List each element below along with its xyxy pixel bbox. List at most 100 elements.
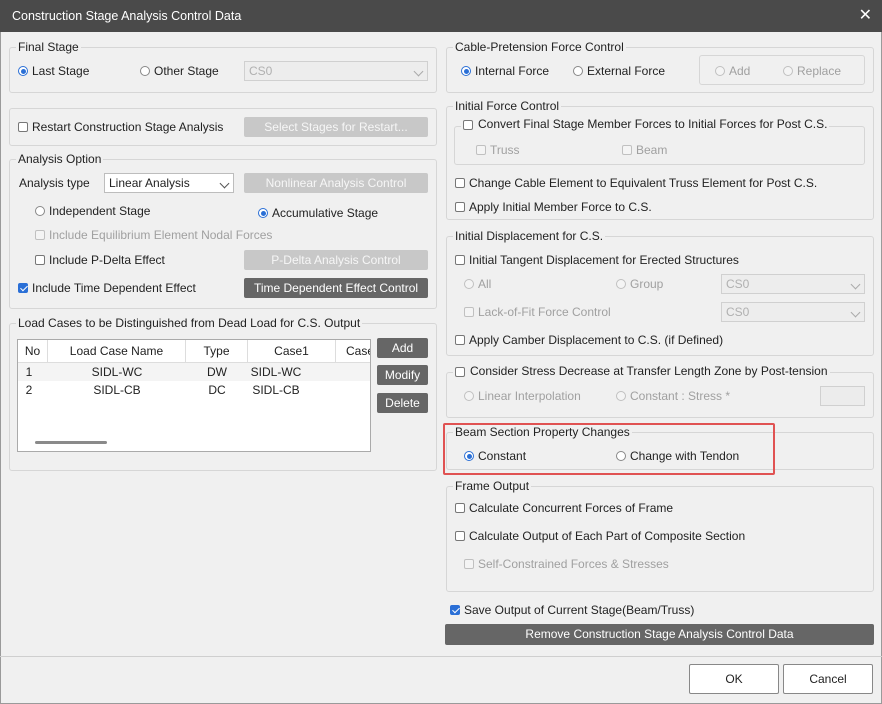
apply-initial-label: Apply Initial Member Force to C.S. bbox=[469, 200, 652, 214]
self-constrained-checkbox[interactable] bbox=[464, 559, 474, 569]
final-stage-legend: Final Stage bbox=[16, 40, 81, 54]
analysis-option-legend: Analysis Option bbox=[16, 152, 104, 166]
group-select[interactable]: CS0 bbox=[721, 274, 865, 294]
column-header[interactable]: No bbox=[18, 340, 48, 362]
concurrent-checkbox[interactable] bbox=[455, 503, 465, 513]
beam-label: Beam bbox=[636, 143, 668, 157]
time-dependent-label: Include Time Dependent Effect bbox=[32, 281, 196, 295]
save-output-label: Save Output of Current Stage(Beam/Truss) bbox=[464, 603, 695, 617]
analysis-type-label: Analysis type bbox=[19, 176, 90, 190]
camber-label: Apply Camber Displacement to C.S. (if De… bbox=[469, 333, 724, 347]
add-load-case-button[interactable]: Add bbox=[377, 338, 428, 358]
table-row[interactable]: 2 SIDL-CB DC SIDL-CB bbox=[18, 381, 370, 399]
convert-label: Convert Final Stage Member Forces to Ini… bbox=[478, 117, 828, 131]
cancel-button[interactable]: Cancel bbox=[783, 664, 873, 694]
pdelta-checkbox[interactable] bbox=[35, 255, 45, 265]
save-output-checkbox[interactable] bbox=[450, 605, 460, 615]
independent-stage-label: Independent Stage bbox=[49, 204, 151, 218]
stage-select[interactable]: CS0 bbox=[244, 61, 428, 81]
group-label: Group bbox=[630, 277, 664, 291]
camber-checkbox[interactable] bbox=[455, 335, 465, 345]
all-radio[interactable] bbox=[464, 279, 474, 289]
column-header[interactable]: Type bbox=[186, 340, 248, 362]
chevron-down-icon bbox=[413, 66, 424, 77]
analysis-type-select[interactable]: Linear Analysis bbox=[104, 173, 234, 193]
stress-decrease-checkbox[interactable] bbox=[455, 367, 465, 377]
independent-stage-radio[interactable] bbox=[35, 206, 45, 216]
column-header[interactable]: Case bbox=[336, 340, 370, 362]
truss-checkbox[interactable] bbox=[476, 145, 486, 155]
restart-checkbox[interactable] bbox=[18, 122, 28, 132]
cable-truss-label: Change Cable Element to Equivalent Truss… bbox=[469, 176, 818, 190]
other-stage-radio[interactable] bbox=[140, 66, 150, 76]
nonlinear-control-button[interactable]: Nonlinear Analysis Control bbox=[244, 173, 428, 193]
truss-label: Truss bbox=[490, 143, 520, 157]
constant-stress-label: Constant : Stress * bbox=[630, 389, 731, 403]
load-cases-table[interactable]: No Load Case Name Type Case1 Case 1 SIDL… bbox=[17, 339, 371, 452]
pdelta-control-button[interactable]: P-Delta Analysis Control bbox=[244, 250, 428, 270]
composite-checkbox[interactable] bbox=[455, 531, 465, 541]
cable-truss-checkbox[interactable] bbox=[455, 178, 465, 188]
composite-label: Calculate Output of Each Part of Composi… bbox=[469, 529, 746, 543]
table-row[interactable]: 1 SIDL-WC DW SIDL-WC bbox=[18, 363, 370, 381]
pdelta-label: Include P-Delta Effect bbox=[49, 253, 165, 267]
modify-load-case-button[interactable]: Modify bbox=[377, 365, 428, 385]
table-header: No Load Case Name Type Case1 Case bbox=[18, 340, 370, 363]
all-label: All bbox=[478, 277, 492, 291]
group-select-value: CS0 bbox=[726, 277, 750, 291]
ok-button[interactable]: OK bbox=[689, 664, 779, 694]
select-stages-button[interactable]: Select Stages for Restart... bbox=[244, 117, 428, 137]
cable-add-radio[interactable] bbox=[715, 66, 725, 76]
cable-replace-label: Replace bbox=[797, 64, 842, 78]
beam-checkbox[interactable] bbox=[622, 145, 632, 155]
tangent-checkbox[interactable] bbox=[455, 255, 465, 265]
convert-checkbox[interactable] bbox=[463, 120, 473, 130]
convert-wrap: Convert Final Stage Member Forces to Ini… bbox=[461, 117, 830, 131]
close-icon[interactable]: ✕ bbox=[859, 5, 872, 25]
title-bar: Construction Stage Analysis Control Data… bbox=[0, 0, 882, 32]
internal-force-label: Internal Force bbox=[475, 64, 550, 78]
last-stage-radio[interactable] bbox=[18, 66, 28, 76]
analysis-type-value: Linear Analysis bbox=[109, 176, 190, 190]
stress-input[interactable] bbox=[820, 386, 865, 406]
divider bbox=[0, 656, 882, 657]
chevron-down-icon bbox=[219, 178, 230, 189]
equilibrium-checkbox[interactable] bbox=[35, 230, 45, 240]
cable-add-label: Add bbox=[729, 64, 751, 78]
initial-displacement-legend: Initial Displacement for C.S. bbox=[453, 229, 606, 243]
time-dependent-control-button[interactable]: Time Dependent Effect Control bbox=[244, 278, 428, 298]
lack-of-fit-select[interactable]: CS0 bbox=[721, 302, 865, 322]
frame-output-legend: Frame Output bbox=[453, 479, 532, 493]
cable-pretension-legend: Cable-Pretension Force Control bbox=[453, 40, 626, 54]
linear-interpolation-radio[interactable] bbox=[464, 391, 474, 401]
horizontal-scrollbar[interactable] bbox=[35, 441, 107, 444]
column-header[interactable]: Case1 bbox=[248, 340, 336, 362]
stress-decrease-label: Consider Stress Decrease at Transfer Len… bbox=[470, 364, 828, 378]
equilibrium-label: Include Equilibrium Element Nodal Forces bbox=[49, 228, 273, 242]
column-header[interactable]: Load Case Name bbox=[48, 340, 186, 362]
cable-replace-radio[interactable] bbox=[783, 66, 793, 76]
constant-stress-radio[interactable] bbox=[616, 391, 626, 401]
remove-control-data-button[interactable]: Remove Construction Stage Analysis Contr… bbox=[445, 624, 874, 645]
highlight-box bbox=[443, 423, 775, 475]
initial-force-legend: Initial Force Control bbox=[453, 99, 562, 113]
self-constrained-label: Self-Constrained Forces & Stresses bbox=[478, 557, 669, 571]
chevron-down-icon bbox=[850, 307, 861, 318]
external-force-radio[interactable] bbox=[573, 66, 583, 76]
external-force-label: External Force bbox=[587, 64, 666, 78]
table-cell: SIDL-CB bbox=[93, 383, 141, 397]
delete-load-case-button[interactable]: Delete bbox=[377, 393, 428, 413]
lack-of-fit-checkbox[interactable] bbox=[464, 307, 474, 317]
table-cell: 1 bbox=[25, 365, 33, 379]
window-title: Construction Stage Analysis Control Data bbox=[12, 9, 242, 23]
apply-initial-checkbox[interactable] bbox=[455, 202, 465, 212]
time-dependent-checkbox[interactable] bbox=[18, 283, 28, 293]
other-stage-label: Other Stage bbox=[154, 64, 219, 78]
internal-force-radio[interactable] bbox=[461, 66, 471, 76]
group-radio[interactable] bbox=[616, 279, 626, 289]
accumulative-stage-radio[interactable] bbox=[258, 208, 268, 218]
stress-decrease-wrap: Consider Stress Decrease at Transfer Len… bbox=[453, 364, 830, 378]
table-cell: SIDL-CB bbox=[252, 383, 300, 397]
table-cell: 2 bbox=[25, 383, 33, 397]
concurrent-label: Calculate Concurrent Forces of Frame bbox=[469, 501, 674, 515]
